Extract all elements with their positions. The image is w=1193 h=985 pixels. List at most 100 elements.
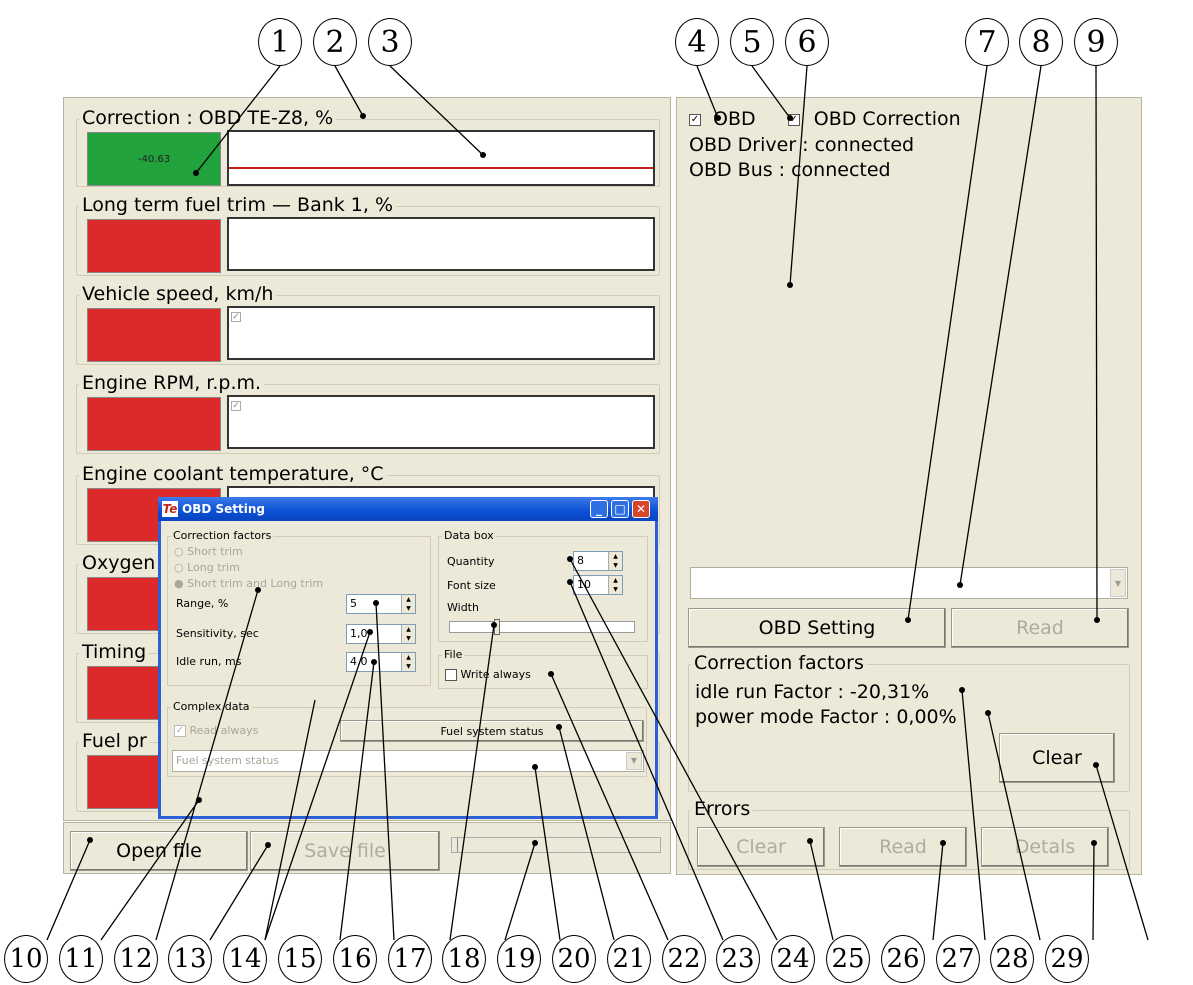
callout-13: 13 (168, 935, 212, 983)
font-size-value: 10 (577, 578, 591, 591)
dialog-title-bar: Te OBD Setting _ □ ✕ (158, 497, 658, 521)
radio-label: Long trim (187, 561, 240, 574)
radio-long-trim[interactable]: ○ Long trim (174, 561, 240, 574)
spinner-icon[interactable]: ▲ ▼ (401, 595, 415, 613)
radio-label: Short trim and Long trim (187, 577, 324, 590)
progress-bar (451, 837, 661, 853)
callout-28: 28 (990, 935, 1034, 983)
callout-11: 11 (59, 935, 103, 983)
speed-plot: ✓ (227, 306, 655, 360)
open-file-button[interactable]: Open file (70, 831, 248, 871)
callout-5: 5 (730, 18, 774, 66)
minimize-icon[interactable]: _ (590, 500, 608, 518)
dialog-data-box: Data box Quantity 8 ▲ ▼ Font size 10 ▲ ▼ Wid… (438, 529, 648, 642)
spinner-icon[interactable]: ▲ ▼ (401, 625, 415, 643)
write-always-checkbox[interactable] (445, 669, 457, 681)
progress-handle[interactable] (452, 838, 458, 852)
bus-status: OBD Bus : connected (689, 159, 891, 181)
obd-device-select[interactable]: ▼ (690, 567, 1128, 599)
callout-19: 19 (497, 935, 541, 983)
callout-16: 16 (333, 935, 377, 983)
fuel-system-status-select[interactable]: Fuel system status ▼ (172, 750, 644, 772)
fuel-system-status-value: Fuel system status (176, 754, 280, 767)
range-value: 5 (350, 597, 357, 610)
spinner-icon[interactable]: ▲ ▼ (608, 576, 622, 594)
callout-25: 25 (826, 935, 870, 983)
plot-checkbox[interactable]: ✓ (231, 401, 241, 411)
callout-10: 10 (4, 935, 48, 983)
sensitivity-label: Sensitivity, sec (176, 627, 259, 640)
close-icon[interactable]: ✕ (632, 500, 650, 518)
callout-18: 18 (442, 935, 486, 983)
callout-7: 7 (965, 18, 1009, 66)
range-input[interactable]: 5 ▲ ▼ (346, 594, 416, 614)
rpm-value-box (87, 397, 221, 451)
complex-data-title: Complex data (171, 700, 252, 713)
correction-factors-group: Correction factors idle run Factor : -20… (688, 652, 1130, 792)
obd-checkbox[interactable]: ✓ (689, 113, 701, 126)
correction-value: -40.63 (137, 153, 171, 165)
read-errors-button[interactable]: Read (839, 827, 967, 867)
callout-2: 2 (313, 18, 357, 66)
callout-9: 9 (1074, 18, 1118, 66)
width-slider[interactable] (449, 619, 635, 635)
callout-27: 27 (936, 935, 980, 983)
sensitivity-input[interactable]: 1,0 ▲ ▼ (346, 624, 416, 644)
read-always-label: Read always (189, 724, 259, 737)
idle-run-input[interactable]: 4,0 ▲ ▼ (346, 652, 416, 672)
correction-plot (227, 130, 655, 186)
obd-setting-button[interactable]: OBD Setting (688, 608, 946, 648)
clear-factors-button[interactable]: Clear (999, 733, 1115, 783)
maximize-icon[interactable]: □ (611, 500, 629, 518)
right-panel: ✓ OBD ✓ OBD Correction OBD Driver : conn… (676, 97, 1142, 875)
callout-22: 22 (662, 935, 706, 983)
correction-plot-line (229, 167, 653, 169)
dialog-file-group: File Write always (438, 648, 648, 689)
dialog-correction-factors: Correction factors ○ Short trim ○ Long t… (167, 529, 431, 686)
callout-6: 6 (785, 18, 829, 66)
callout-29: 29 (1045, 935, 1089, 983)
read-always-option[interactable]: ✓ Read always (174, 724, 258, 737)
obd-correction-checkbox[interactable]: ✓ (787, 113, 800, 126)
chevron-down-icon[interactable]: ▼ (626, 752, 642, 770)
details-errors-button[interactable]: Detals (981, 827, 1109, 867)
spinner-icon[interactable]: ▲ ▼ (401, 653, 415, 671)
obd-label: OBD (713, 108, 756, 130)
callout-3: 3 (368, 18, 412, 66)
width-slider-thumb[interactable] (494, 619, 500, 635)
bottom-left-bar: Open file Save file (63, 822, 671, 874)
callout-24: 24 (771, 935, 815, 983)
clear-errors-button[interactable]: Clear (697, 827, 825, 867)
radio-short-and-long-trim[interactable]: ● Short trim and Long trim (174, 577, 323, 590)
write-always-option[interactable]: Write always (445, 668, 531, 681)
read-button[interactable]: Read (951, 608, 1129, 648)
chevron-down-icon[interactable]: ▼ (1110, 569, 1126, 597)
group-title: Oxygen (79, 552, 159, 574)
spinner-icon[interactable]: ▲ ▼ (608, 552, 622, 570)
save-file-button[interactable]: Save file (250, 831, 440, 871)
quantity-label: Quantity (447, 555, 495, 568)
obd-setting-dialog: Te OBD Setting _ □ ✕ Correction factors … (158, 497, 658, 819)
obd-correction-label: OBD Correction (813, 108, 961, 130)
sensitivity-value: 1,0 (350, 627, 368, 640)
group-title: Engine coolant temperature, °C (79, 463, 387, 485)
quantity-input[interactable]: 8 ▲ ▼ (573, 551, 623, 571)
file-title: File (442, 648, 465, 661)
callout-8: 8 (1019, 18, 1063, 66)
callout-15: 15 (278, 935, 322, 983)
plot-checkbox[interactable]: ✓ (231, 312, 241, 322)
errors-title: Errors (691, 798, 754, 820)
power-mode-factor: power mode Factor : 0,00% (695, 706, 957, 728)
dialog-title: OBD Setting (182, 502, 265, 516)
speed-value-box (87, 308, 221, 362)
fuel-system-status-button[interactable]: Fuel system status (340, 720, 644, 742)
quantity-value: 8 (577, 554, 584, 567)
font-size-input[interactable]: 10 ▲ ▼ (573, 575, 623, 595)
radio-short-trim[interactable]: ○ Short trim (174, 545, 243, 558)
callout-17: 17 (388, 935, 432, 983)
app-icon: Te (162, 501, 178, 517)
read-always-checkbox[interactable]: ✓ (174, 725, 186, 737)
correction-value-box: -40.63 (87, 132, 221, 186)
callout-23: 23 (716, 935, 760, 983)
rpm-plot: ✓ (227, 395, 655, 449)
